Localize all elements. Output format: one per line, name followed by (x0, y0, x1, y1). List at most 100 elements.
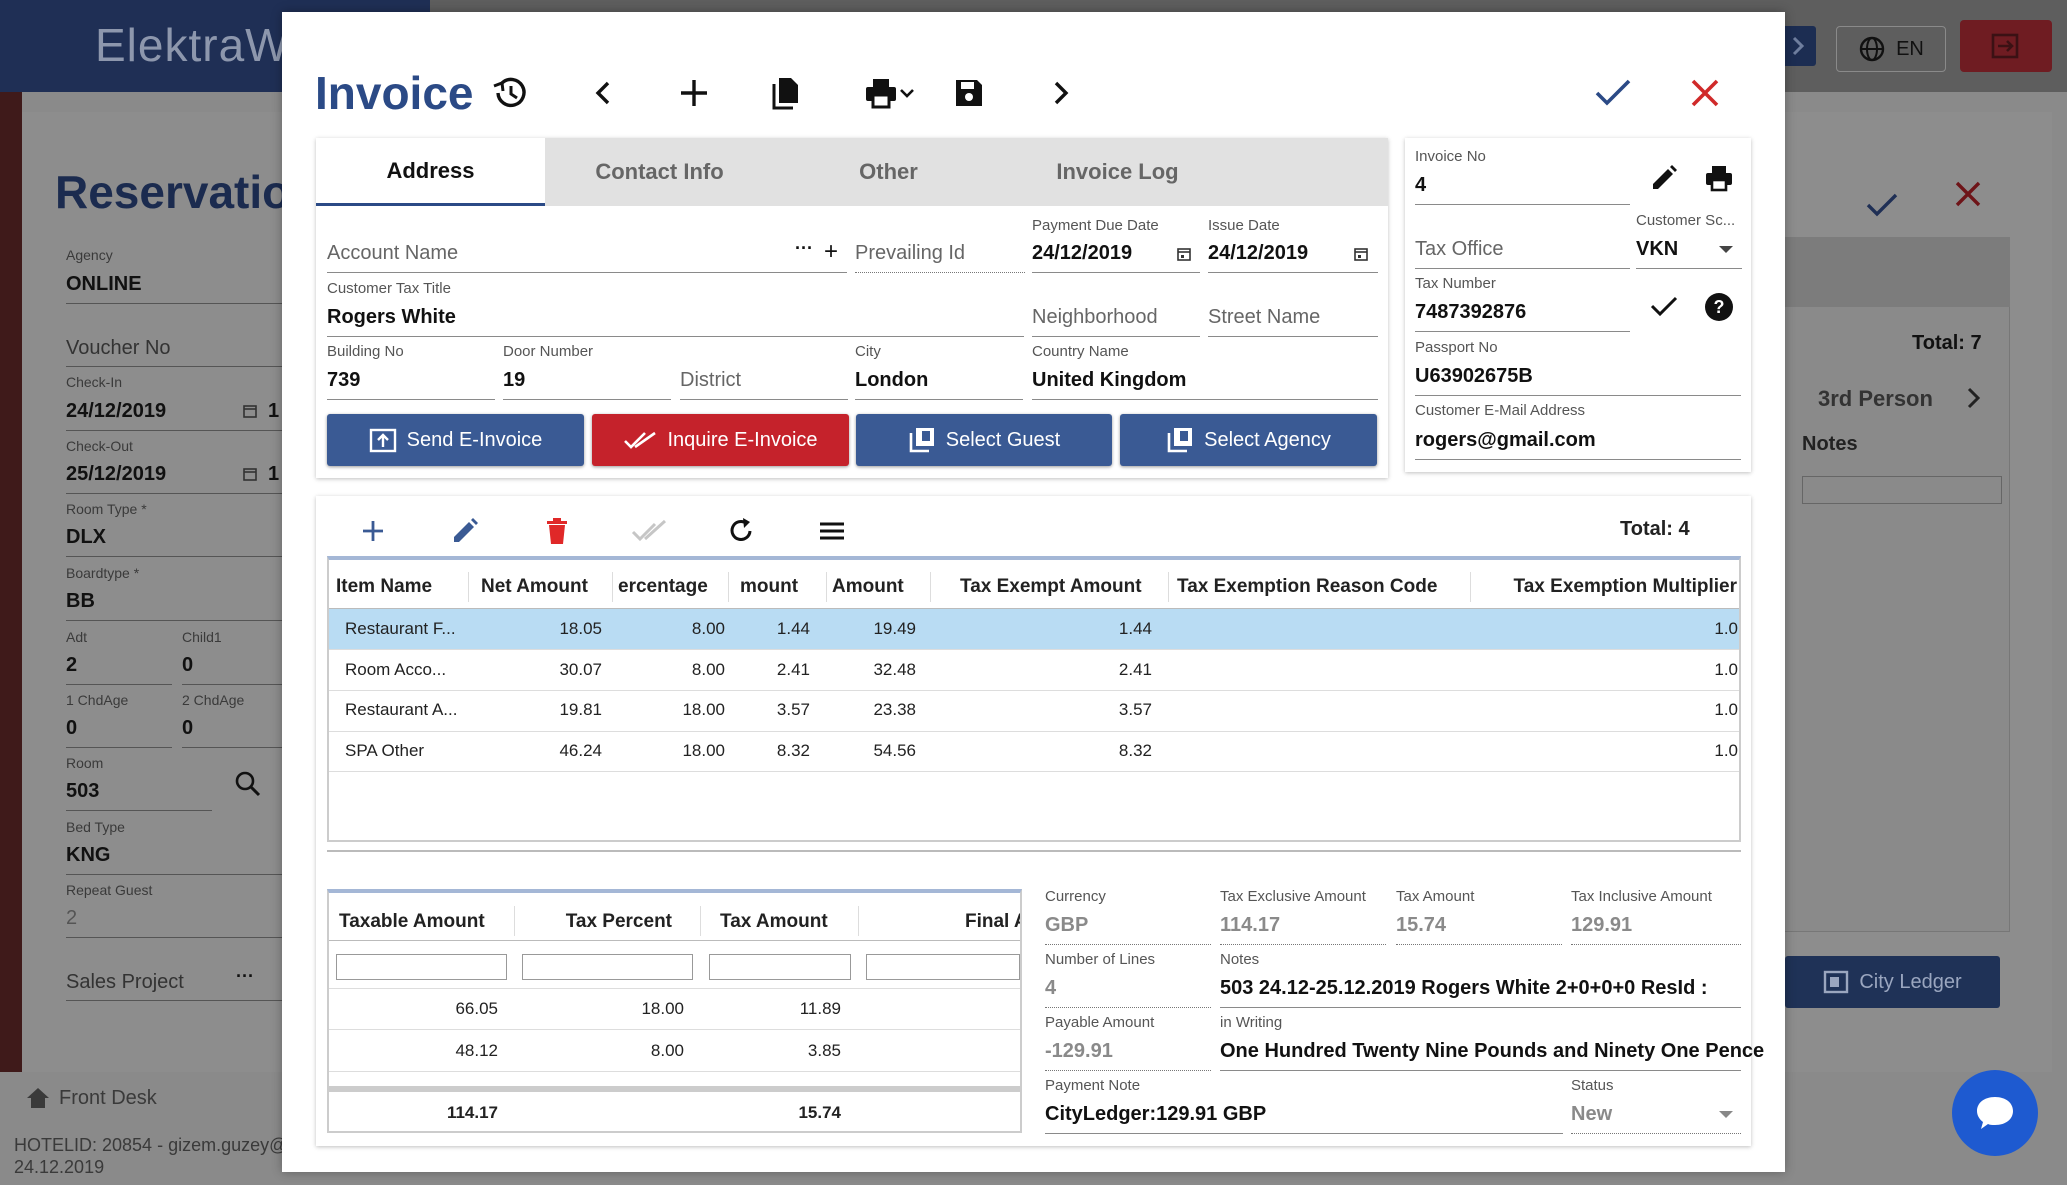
city-ledger-button[interactable]: City Ledger (1785, 956, 2000, 1008)
street-name-field[interactable]: Street Name (1208, 306, 1320, 329)
search-icon[interactable] (234, 770, 262, 798)
menu-icon[interactable] (817, 516, 847, 546)
col-item-name[interactable]: Item Name (336, 576, 452, 598)
delete-item-icon[interactable] (542, 516, 572, 546)
notes-value[interactable]: 503 24.12-25.12.2019 Rogers White 2+0+0+… (1220, 977, 1708, 1000)
chat-button[interactable] (1952, 1070, 2038, 1156)
payment-due-date-value[interactable]: 24/12/2019 (1032, 242, 1132, 265)
adt-value[interactable]: 2 (66, 654, 77, 677)
copy-button[interactable] (763, 70, 809, 116)
help-icon[interactable]: ? (1704, 292, 1734, 322)
send-einvoice-button[interactable]: Send E-Invoice (327, 414, 584, 466)
sales-project-field[interactable]: Sales Project (66, 971, 184, 994)
print-icon[interactable] (1704, 164, 1734, 192)
dropdown-arrow-icon[interactable] (1718, 1110, 1734, 1120)
filter-taxable-amount[interactable] (336, 954, 507, 980)
close-button[interactable] (1682, 70, 1728, 116)
save-button[interactable] (946, 70, 992, 116)
next-button[interactable] (1038, 70, 1084, 116)
room-type-value[interactable]: DLX (66, 526, 106, 549)
country-name-value[interactable]: United Kingdom (1032, 369, 1186, 392)
confirm-button[interactable] (1590, 70, 1636, 116)
tab-3rd-person[interactable]: 3rd Person (1818, 386, 1933, 412)
refresh-icon[interactable] (726, 516, 756, 546)
customer-tax-title-value[interactable]: Rogers White (327, 306, 456, 329)
history-button[interactable] (487, 70, 533, 116)
customer-scheme-value[interactable]: VKN (1636, 238, 1678, 261)
status-value[interactable]: New (1571, 1103, 1612, 1126)
tab-invoice-log[interactable]: Invoice Log (1003, 138, 1232, 206)
bed-type-value[interactable]: KNG (66, 844, 110, 867)
more-icon[interactable]: ··· (236, 966, 254, 987)
tab-other[interactable]: Other (774, 138, 1003, 206)
col-tax-exempt-amount[interactable]: Tax Exempt Amount (960, 576, 1170, 598)
tax-office-field[interactable]: Tax Office (1415, 238, 1504, 261)
prevailing-id-field[interactable]: Prevailing Id (855, 242, 965, 265)
select-agency-button[interactable]: Select Agency (1120, 414, 1377, 466)
col-tax-amount[interactable]: mount (740, 576, 820, 598)
notes-filter[interactable] (1802, 476, 2002, 504)
email-value[interactable]: rogers@gmail.com (1415, 429, 1596, 452)
city-value[interactable]: London (855, 369, 928, 392)
col-tax-exemption-multiplier[interactable]: Tax Exemption Multiplier (1500, 576, 1737, 598)
edit-icon[interactable] (1650, 164, 1678, 192)
chdage2-value[interactable]: 0 (182, 717, 193, 740)
tab-address[interactable]: Address (316, 138, 545, 206)
more-icon[interactable]: ··· (795, 238, 813, 259)
child1-value[interactable]: 0 (182, 654, 193, 677)
confirm-icon[interactable] (1865, 192, 1899, 218)
calendar-icon[interactable] (1176, 246, 1192, 262)
col-tax-percent[interactable]: Tax Percent (515, 911, 672, 933)
room-value[interactable]: 503 (66, 780, 99, 803)
chevron-right-icon[interactable] (1965, 386, 1983, 410)
language-button[interactable]: EN (1836, 26, 1946, 72)
col-tax-amount-summary[interactable]: Tax Amount (720, 911, 840, 933)
filter-tax-amount[interactable] (709, 954, 851, 980)
customer-tax-title-label: Customer Tax Title (327, 280, 451, 297)
chdage1-value[interactable]: 0 (66, 717, 77, 740)
col-tax-exemption-reason-code[interactable]: Tax Exemption Reason Code (1177, 576, 1467, 598)
print-menu-button[interactable] (855, 70, 925, 116)
approve-items-icon[interactable] (631, 516, 667, 546)
col-net-amount[interactable]: Net Amount (481, 576, 611, 598)
calendar-icon[interactable] (242, 403, 258, 419)
district-field[interactable]: District (680, 369, 741, 392)
nav-next-button[interactable] (1780, 26, 1816, 66)
close-icon[interactable] (1954, 180, 1982, 208)
boardtype-value[interactable]: BB (66, 590, 95, 613)
neighborhood-field[interactable]: Neighborhood (1032, 306, 1158, 329)
payment-note-value[interactable]: CityLedger:129.91 GBP (1045, 1103, 1266, 1126)
passport-no-value[interactable]: U63902675B (1415, 365, 1533, 388)
filter-tax-percent[interactable] (522, 954, 693, 980)
col-taxable-amount[interactable]: Taxable Amount (339, 911, 499, 933)
account-name-field[interactable]: Account Name (327, 242, 458, 265)
front-desk-link[interactable]: Front Desk (25, 1086, 157, 1110)
check-in-value[interactable]: 24/12/2019 (66, 400, 166, 423)
building-no-value[interactable]: 739 (327, 369, 360, 392)
check-out-value[interactable]: 25/12/2019 (66, 463, 166, 486)
tab-contact-info[interactable]: Contact Info (545, 138, 774, 206)
check-icon[interactable] (1650, 295, 1678, 317)
previous-button[interactable] (580, 70, 626, 116)
filter-final-amount[interactable] (866, 954, 1020, 980)
col-percentage[interactable]: ercentage (618, 576, 718, 598)
edit-item-icon[interactable] (450, 516, 480, 546)
door-number-value[interactable]: 19 (503, 369, 525, 392)
agency-value[interactable]: ONLINE (66, 273, 142, 296)
select-guest-button[interactable]: Select Guest (856, 414, 1112, 466)
issue-date-value[interactable]: 24/12/2019 (1208, 242, 1308, 265)
add-item-icon[interactable] (358, 516, 388, 546)
calendar-icon[interactable] (1353, 246, 1369, 262)
plus-icon[interactable]: + (824, 238, 838, 266)
inquire-einvoice-button[interactable]: Inquire E-Invoice (592, 414, 849, 466)
logout-button[interactable] (1960, 20, 2052, 72)
voucher-no-field[interactable]: Voucher No (66, 337, 171, 360)
calendar-icon[interactable] (242, 466, 258, 482)
col-amount[interactable]: Amount (832, 576, 932, 598)
dropdown-arrow-icon[interactable] (1718, 245, 1734, 255)
col-final-amount[interactable]: Final A (965, 911, 1020, 933)
add-button[interactable] (671, 70, 717, 116)
tax-number-value[interactable]: 7487392876 (1415, 301, 1526, 324)
invoice-no-value[interactable]: 4 (1415, 174, 1426, 197)
in-writing-value[interactable]: One Hundred Twenty Nine Pounds and Ninet… (1220, 1040, 1764, 1063)
